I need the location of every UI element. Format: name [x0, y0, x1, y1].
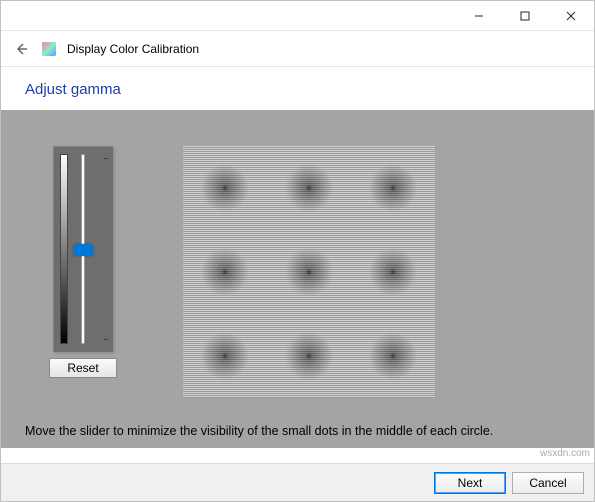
- dccw-icon: [41, 41, 57, 57]
- content-area: Reset Move the slider to minimize the vi…: [1, 110, 594, 448]
- reset-button[interactable]: Reset: [49, 358, 117, 378]
- instruction-text: Move the slider to minimize the visibili…: [25, 424, 570, 438]
- gamma-sample: [351, 230, 435, 314]
- gamma-sample: [351, 146, 435, 230]
- window-header: Display Color Calibration: [1, 31, 594, 67]
- gamma-sample: [183, 314, 267, 398]
- back-button[interactable]: [11, 39, 31, 59]
- page-heading: Adjust gamma: [1, 67, 594, 110]
- gamma-sample: [267, 146, 351, 230]
- close-button[interactable]: [548, 1, 594, 31]
- gamma-slider-thumb[interactable]: [73, 244, 93, 256]
- gamma-sample: [351, 314, 435, 398]
- gamma-sample: [267, 230, 351, 314]
- gamma-sample: [183, 230, 267, 314]
- gradient-strip-icon: [60, 154, 68, 344]
- cancel-button[interactable]: Cancel: [512, 472, 584, 494]
- window-titlebar: [1, 1, 594, 31]
- gamma-sample: [183, 146, 267, 230]
- gamma-slider-panel: [53, 146, 113, 352]
- minimize-button[interactable]: [456, 1, 502, 31]
- gamma-preview-grid: [183, 146, 435, 398]
- watermark-text: wsxdn.com: [540, 448, 590, 459]
- slider-tick-top: [104, 158, 108, 159]
- maximize-button[interactable]: [502, 1, 548, 31]
- gamma-sample: [267, 314, 351, 398]
- wizard-button-bar: Next Cancel: [1, 463, 594, 501]
- window-title: Display Color Calibration: [67, 42, 199, 56]
- slider-tick-bottom: [104, 339, 108, 340]
- next-button[interactable]: Next: [434, 472, 506, 494]
